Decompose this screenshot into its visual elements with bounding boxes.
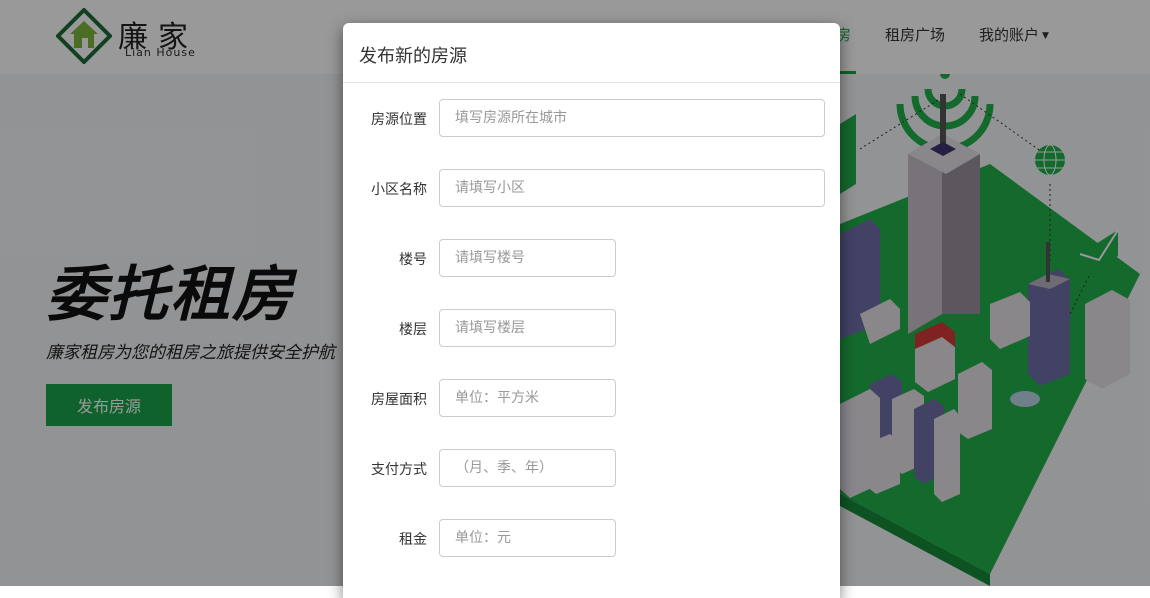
rent-label: 租金 <box>399 532 427 548</box>
area-label: 房屋面积 <box>371 392 427 408</box>
publish-listing-modal: 发布新的房源 房源位置 小区名称 楼号 楼层 房屋面积 支付方式 租金 <box>343 23 840 598</box>
payment-method-input[interactable] <box>439 449 616 487</box>
community-name-input[interactable] <box>439 169 825 207</box>
location-input[interactable] <box>439 99 825 137</box>
community-name-label: 小区名称 <box>371 182 427 198</box>
rent-input[interactable] <box>439 519 616 557</box>
area-input[interactable] <box>439 379 616 417</box>
building-number-label: 楼号 <box>399 252 427 268</box>
floor-input[interactable] <box>439 309 616 347</box>
building-number-input[interactable] <box>439 239 616 277</box>
floor-label: 楼层 <box>399 322 427 338</box>
location-label: 房源位置 <box>371 112 427 128</box>
modal-header: 发布新的房源 <box>343 23 840 83</box>
modal-title: 发布新的房源 <box>359 46 467 67</box>
payment-method-label: 支付方式 <box>371 462 427 478</box>
